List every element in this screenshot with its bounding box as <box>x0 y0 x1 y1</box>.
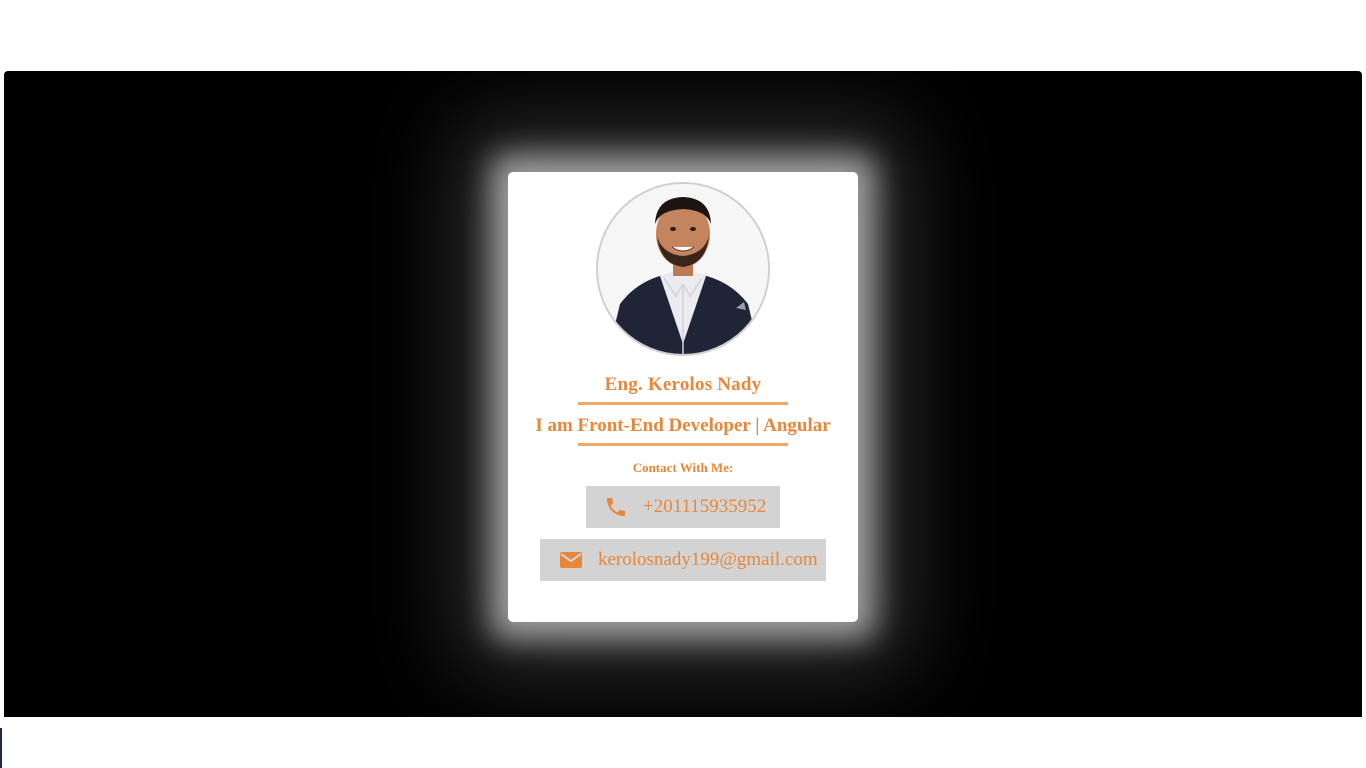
contact-heading: Contact With Me: <box>632 460 734 475</box>
envelope-icon <box>559 548 583 572</box>
email-address: kerolosnady199@gmail.com <box>598 549 818 570</box>
edge-line <box>0 728 2 768</box>
dark-stage: Eng. Kerolos Nady I am Front-End Develop… <box>4 71 1362 717</box>
email-contact-button[interactable]: kerolosnady199@gmail.com <box>540 539 826 581</box>
name-underline <box>578 402 788 405</box>
phone-icon <box>604 495 628 519</box>
page: Eng. Kerolos Nady I am Front-End Develop… <box>0 0 1366 768</box>
role-underline <box>578 443 788 446</box>
profile-photo <box>598 184 768 354</box>
phone-number: +201115935952 <box>643 496 767 517</box>
phone-contact-button[interactable]: +201115935952 <box>586 486 780 528</box>
profile-name: Eng. Kerolos Nady <box>604 374 762 395</box>
profile-card: Eng. Kerolos Nady I am Front-End Develop… <box>508 172 858 622</box>
profile-role: I am Front-End Developer | Angular <box>535 415 831 436</box>
profile-avatar <box>596 182 770 356</box>
